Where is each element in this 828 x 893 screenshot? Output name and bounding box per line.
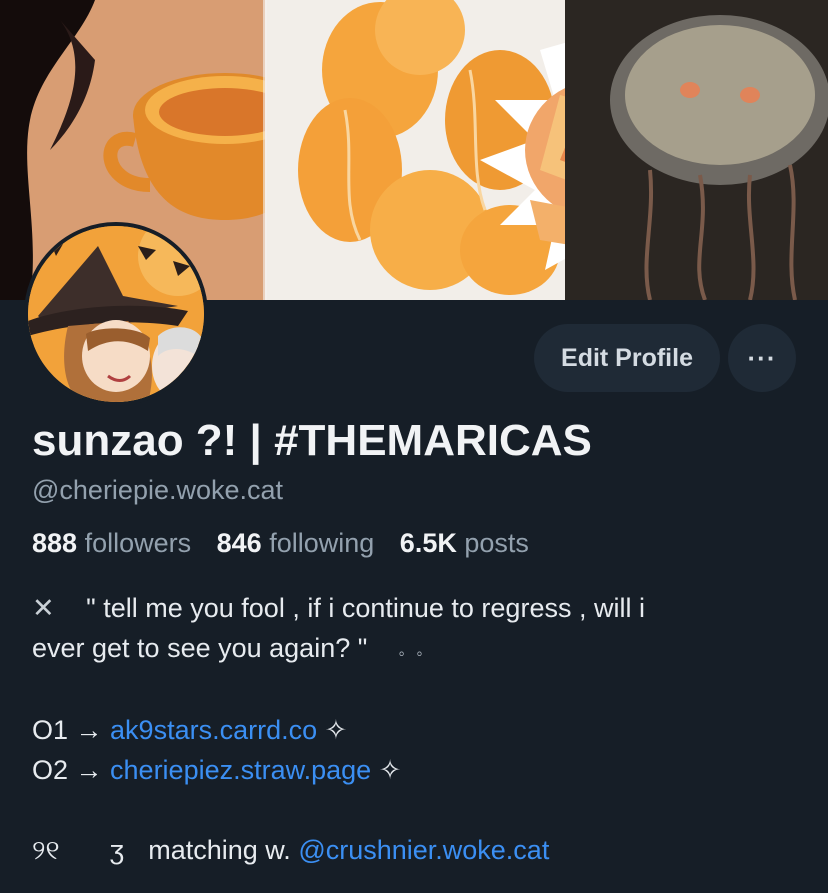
bio-link-1[interactable]: ak9stars.carrd.co bbox=[110, 715, 317, 745]
following-label: following bbox=[269, 528, 375, 558]
display-name: sunzao ?! | #THEMARICAS bbox=[32, 416, 592, 465]
bio-mention-link[interactable]: @crushnier.woke.cat bbox=[298, 835, 549, 865]
bio-line-2: ever get to see you again? " 。 。 bbox=[32, 628, 802, 670]
more-options-button[interactable]: ··· bbox=[728, 324, 796, 392]
bio-decoration: 。 。 bbox=[398, 641, 431, 658]
followers-label: followers bbox=[84, 528, 192, 558]
profile-stats: 888 followers 846 following 6.5K posts bbox=[32, 528, 529, 559]
following-count: 846 bbox=[216, 528, 262, 558]
bio-line-1: ✕ " tell me you fool , if i continue to … bbox=[32, 588, 802, 628]
posts-label: posts bbox=[464, 528, 529, 558]
bio-matching-text: matching w. bbox=[148, 834, 299, 865]
bio-quote-part-2: ever get to see you again? " bbox=[32, 633, 368, 663]
followers-count: 888 bbox=[32, 528, 78, 558]
profile-actions: Edit Profile ··· bbox=[534, 324, 796, 392]
sparkle-icon: ✧ bbox=[317, 714, 348, 745]
ellipsis-icon: ··· bbox=[747, 343, 777, 373]
bio-link-1-prefix: O1 → bbox=[32, 714, 111, 745]
bio-matching-line: ୨୧ ʒ matching w. @crushnier.woke.cat bbox=[32, 830, 802, 870]
scissors-icon: ✕ bbox=[32, 593, 55, 623]
posts-stat: 6.5K posts bbox=[400, 528, 529, 558]
bio-link-2[interactable]: cheriepiez.straw.page bbox=[110, 755, 371, 785]
avatar-image bbox=[28, 226, 204, 402]
bio-link-2-line: O2 → cheriepiez.straw.page ✧ bbox=[32, 750, 802, 790]
profile-bio: ✕ " tell me you fool , if i continue to … bbox=[32, 588, 802, 870]
following-stat[interactable]: 846 following bbox=[217, 528, 375, 558]
bio-quote-part-1: " tell me you fool , if i continue to re… bbox=[86, 593, 645, 623]
bio-match-deco-right: ʒ bbox=[109, 834, 125, 865]
sparkle-icon: ✧ bbox=[371, 754, 402, 785]
followers-stat[interactable]: 888 followers bbox=[32, 528, 191, 558]
bio-link-1-line: O1 → ak9stars.carrd.co ✧ bbox=[32, 710, 802, 750]
edit-profile-button[interactable]: Edit Profile bbox=[534, 324, 720, 392]
bio-match-deco-left: ୨୧ bbox=[32, 834, 60, 865]
profile-handle: @cheriepie.woke.cat bbox=[32, 475, 284, 505]
bio-link-2-prefix: O2 → bbox=[32, 754, 111, 785]
profile-avatar[interactable] bbox=[24, 222, 208, 406]
posts-count: 6.5K bbox=[399, 528, 457, 558]
